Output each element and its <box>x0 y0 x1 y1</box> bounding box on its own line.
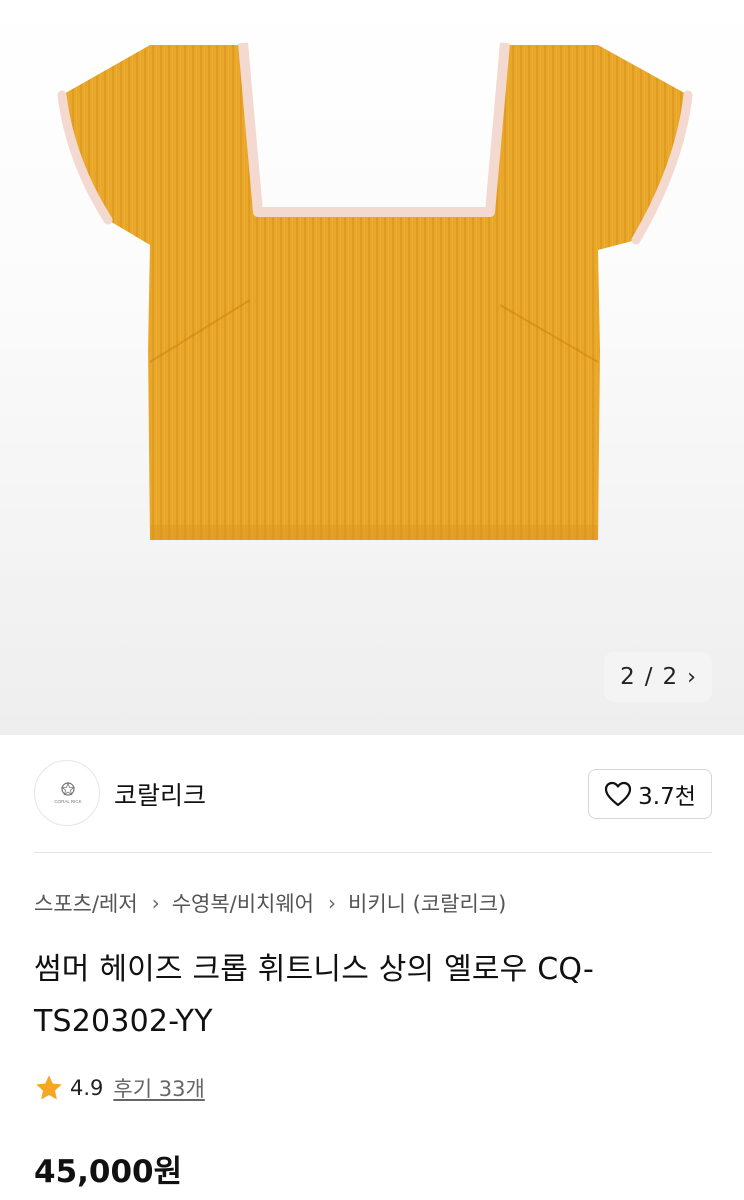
seller-row: CORAL RICK 코랄리크 3.7천 <box>34 760 712 826</box>
divider <box>34 852 712 853</box>
reviews-link[interactable]: 후기 33개 <box>113 1073 204 1103</box>
product-image <box>57 42 693 540</box>
seller-avatar[interactable]: CORAL RICK <box>34 760 100 826</box>
seller-logo-icon: CORAL RICK <box>54 781 82 804</box>
like-count: 3.7천 <box>638 784 696 810</box>
image-pager[interactable]: 2 / 2 › <box>604 652 712 702</box>
heart-icon <box>605 781 632 807</box>
breadcrumb: 스포츠/레저 › 수영복/비치웨어 › 비키니 (코랄리크) <box>34 888 506 918</box>
like-button[interactable]: 3.7천 <box>588 769 712 819</box>
breadcrumb-item-sports[interactable]: 스포츠/레저 <box>34 888 138 918</box>
breadcrumb-item-bikini[interactable]: 비키니 (코랄리크) <box>348 888 506 918</box>
pager-separator: / <box>644 664 653 690</box>
pager-total: 2 <box>662 664 678 690</box>
product-title: 썸머 헤이즈 크롭 휘트니스 상의 옐로우 CQ-TS20302-YY <box>34 952 595 1039</box>
product-price: 45,000원 <box>34 1154 183 1190</box>
rating-row: 4.9 후기 33개 <box>34 1073 205 1103</box>
breadcrumb-item-swimwear[interactable]: 수영복/비치웨어 <box>172 888 314 918</box>
pager-current: 2 <box>620 664 635 690</box>
star-icon <box>36 1075 62 1100</box>
chevron-right-icon: › <box>687 664 696 690</box>
seller-name[interactable]: 코랄리크 <box>114 776 206 812</box>
chevron-right-icon: › <box>328 891 337 915</box>
chevron-right-icon: › <box>151 891 160 915</box>
rating-score: 4.9 <box>70 1076 104 1100</box>
seller-logo-text: CORAL RICK <box>54 799 81 804</box>
product-image-gallery[interactable]: 2 / 2 › <box>0 0 744 735</box>
